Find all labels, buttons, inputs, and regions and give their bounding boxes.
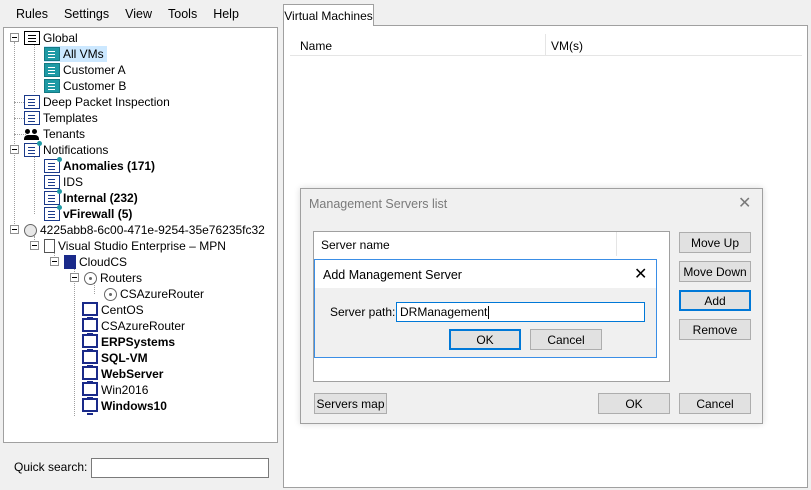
menu-help[interactable]: Help	[205, 7, 247, 21]
column-header-vms[interactable]: VM(s)	[551, 39, 583, 53]
collapse-host-toggle[interactable]	[10, 225, 19, 234]
add-server-cancel-button[interactable]: Cancel	[530, 329, 602, 350]
vm-icon	[82, 397, 98, 415]
tab-virtual-machines[interactable]: Virtual Machines	[283, 4, 374, 26]
navigation-tree[interactable]: Global All VMs Customer A Customer B Dee…	[3, 27, 278, 443]
router-group-icon	[84, 271, 97, 285]
tree-node-webserver[interactable]: WebServer	[82, 365, 163, 383]
tree-node-windows10[interactable]: Windows10	[82, 397, 167, 415]
list-icon	[44, 79, 60, 93]
menu-settings[interactable]: Settings	[56, 7, 117, 21]
tree-node-routers[interactable]: Routers	[84, 270, 142, 286]
add-button[interactable]: Add	[679, 290, 751, 311]
server-path-input[interactable]: DRManagement	[396, 302, 645, 322]
notification-icon	[44, 205, 62, 221]
tree-node-internal[interactable]: Internal (232)	[44, 189, 138, 206]
server-path-label: Server path:	[330, 305, 396, 319]
vm-icon	[82, 349, 98, 367]
tree-node-templates[interactable]: Templates	[24, 110, 98, 126]
notification-icon	[24, 141, 42, 157]
tree-node-anomalies[interactable]: Anomalies (171)	[44, 157, 155, 174]
vm-table-header: Name VM(s)	[290, 34, 802, 56]
menu-bar: Rules Settings View Tools Help	[0, 0, 280, 28]
router-icon	[104, 287, 117, 301]
list-icon	[44, 47, 60, 61]
add-server-ok-button[interactable]: OK	[449, 329, 521, 350]
collapse-routers-toggle[interactable]	[70, 273, 79, 282]
tree-node-erpsystems[interactable]: ERPSystems	[82, 333, 175, 351]
collapse-notifications-toggle[interactable]	[10, 145, 19, 154]
tree-node-win2016[interactable]: Win2016	[82, 381, 148, 399]
column-header-name[interactable]: Name	[300, 39, 332, 53]
close-icon[interactable]: ✕	[738, 193, 751, 213]
notification-icon	[44, 157, 62, 173]
servers-map-button[interactable]: Servers map	[314, 393, 387, 414]
tree-node-customer-a[interactable]: Customer A	[44, 62, 126, 78]
tree-node-host[interactable]: 4225abb8-6c00-471e-9254-35e76235fc32	[24, 222, 265, 238]
tree-node-notifications[interactable]: Notifications	[24, 141, 108, 158]
vm-icon	[82, 301, 98, 319]
notification-icon	[44, 175, 60, 189]
ok-button[interactable]: OK	[598, 393, 670, 414]
add-management-server-dialog-title: Add Management Server	[323, 268, 462, 282]
inspection-icon	[24, 95, 40, 109]
close-icon[interactable]: ✕	[634, 264, 647, 284]
remove-button[interactable]: Remove	[679, 319, 751, 340]
column-divider[interactable]	[545, 34, 546, 56]
column-divider	[616, 232, 617, 256]
tree-node-csazurerouter-vm[interactable]: CSAzureRouter	[82, 317, 185, 335]
quick-search-label: Quick search:	[14, 460, 88, 474]
tree-node-vfirewall[interactable]: vFirewall (5)	[44, 205, 132, 222]
subscription-icon	[44, 239, 55, 253]
vm-icon	[82, 333, 98, 351]
menu-view[interactable]: View	[117, 7, 160, 21]
quick-search-input[interactable]	[91, 458, 269, 478]
collapse-global-toggle[interactable]	[10, 33, 19, 42]
notification-icon	[44, 189, 62, 205]
folder-icon	[24, 31, 40, 45]
list-icon	[44, 63, 60, 77]
tree-node-cloudcs[interactable]: CloudCS	[64, 254, 127, 270]
management-servers-dialog-title: Management Servers list	[309, 197, 448, 211]
column-header-server-name: Server name	[321, 238, 390, 252]
people-icon	[24, 127, 40, 141]
tree-node-sql-vm[interactable]: SQL-VM	[82, 349, 148, 367]
collapse-cloudcs-toggle[interactable]	[50, 257, 59, 266]
move-up-button[interactable]: Move Up	[679, 232, 751, 253]
vm-icon	[82, 381, 98, 399]
host-icon	[24, 223, 37, 237]
tree-node-deep-packet-inspection[interactable]: Deep Packet Inspection	[24, 94, 170, 110]
tree-node-all-vms[interactable]: All VMs	[44, 46, 107, 62]
tree-node-subscription[interactable]: Visual Studio Enterprise – MPN	[44, 238, 226, 254]
tree-node-centos[interactable]: CentOS	[82, 301, 144, 319]
tree-node-global[interactable]: Global	[24, 30, 78, 46]
cloud-server-icon	[64, 255, 76, 269]
tree-node-customer-b[interactable]: Customer B	[44, 78, 126, 94]
vm-icon	[82, 365, 98, 383]
tree-node-ids[interactable]: IDS	[44, 174, 83, 190]
tree-node-tenants[interactable]: Tenants	[24, 126, 85, 142]
menu-tools[interactable]: Tools	[160, 7, 205, 21]
template-icon	[24, 111, 40, 125]
vm-icon	[82, 317, 98, 335]
cancel-button[interactable]: Cancel	[679, 393, 751, 414]
move-down-button[interactable]: Move Down	[679, 261, 751, 282]
menu-rules[interactable]: Rules	[8, 7, 56, 21]
collapse-subscription-toggle[interactable]	[30, 241, 39, 250]
tree-node-csazurerouter-router[interactable]: CSAzureRouter	[104, 286, 204, 302]
